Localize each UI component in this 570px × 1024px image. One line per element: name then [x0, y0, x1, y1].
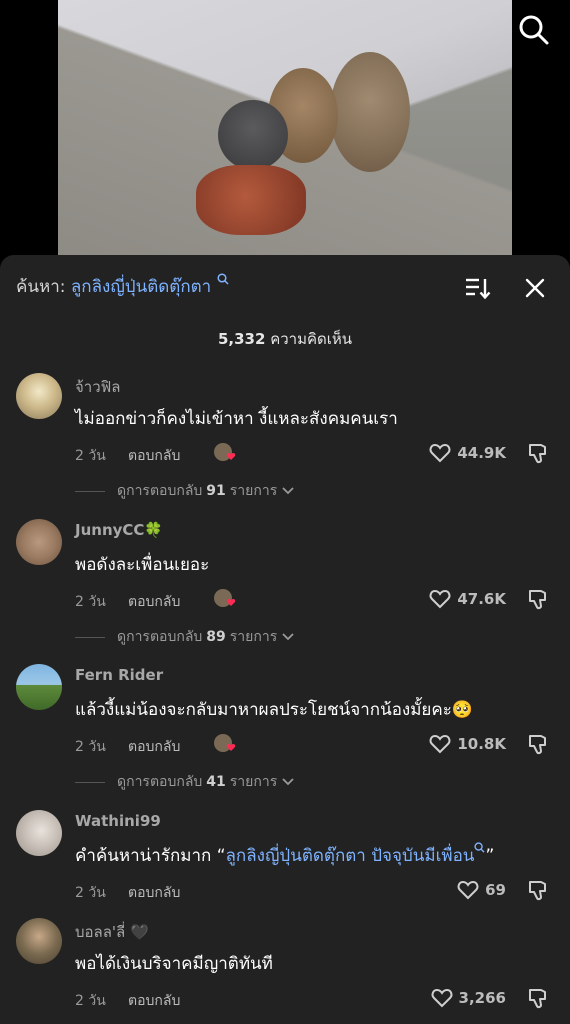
thumbs-down-icon[interactable]	[526, 587, 550, 611]
view-replies-count: 89	[206, 629, 226, 645]
view-replies-suffix: รายการ	[229, 774, 278, 790]
avatar[interactable]	[16, 519, 62, 565]
avatar[interactable]	[16, 810, 62, 856]
view-replies-button[interactable]: ดูการตอบกลับ 89 รายการ	[75, 626, 295, 648]
comment-time: 2 วัน	[75, 993, 106, 1009]
comment-time: 2 วัน	[75, 594, 106, 610]
comments-header: ค้นหา: ลูกลิงญี่ปุ่นติดตุ๊กตา	[0, 255, 570, 319]
related-search-link[interactable]: ค้นหา: ลูกลิงญี่ปุ่นติดตุ๊กตา	[16, 273, 229, 300]
reply-button[interactable]: ตอบกลับ	[128, 736, 180, 758]
like-count: 44.9K	[457, 444, 506, 462]
comment-time: 2 วัน	[75, 739, 106, 755]
like-button[interactable]: 10.8K	[429, 734, 506, 754]
like-button[interactable]: 44.9K	[429, 443, 506, 463]
like-button[interactable]: 69	[457, 880, 506, 900]
comment-text-suffix: ”	[485, 846, 495, 866]
comment-search-link[interactable]: ลูกลิงญี่ปุ่นติดตุ๊กตา ปัจจุบันมีเพื่อน	[226, 846, 475, 866]
close-button[interactable]	[520, 273, 550, 303]
view-replies-suffix: รายการ	[229, 483, 278, 499]
magnifier-small-icon	[474, 842, 486, 853]
sort-button[interactable]	[462, 273, 492, 303]
comment-username[interactable]: Fern Rider	[75, 666, 163, 684]
like-button[interactable]: 47.6K	[429, 589, 506, 609]
view-replies-prefix: ดูการตอบกลับ	[117, 774, 203, 790]
comment-time: 2 วัน	[75, 448, 106, 464]
comment-username[interactable]: จ้าวฟิล	[75, 375, 120, 399]
avatar[interactable]	[16, 664, 62, 710]
comment-count-suffix: ความคิดเห็น	[270, 330, 353, 348]
avatar[interactable]	[16, 918, 62, 964]
comment-time: 2 วัน	[75, 885, 106, 901]
video-player[interactable]	[0, 0, 570, 270]
like-button[interactable]: 3,266	[431, 988, 506, 1008]
reply-button[interactable]: ตอบกลับ	[128, 882, 180, 904]
view-replies-count: 41	[206, 774, 226, 790]
comment-text-prefix: คำค้นหาน่ารักมาก “	[75, 846, 226, 866]
monkey-image-part	[218, 100, 288, 170]
view-replies-prefix: ดูการตอบกลับ	[117, 629, 203, 645]
like-count: 69	[485, 881, 506, 899]
related-search-query[interactable]: ลูกลิงญี่ปุ่นติดตุ๊กตา	[71, 277, 211, 297]
view-replies-count: 91	[206, 483, 226, 499]
view-replies-prefix: ดูการตอบกลับ	[117, 483, 203, 499]
comment-username[interactable]: บอลล'ลี่ 🖤	[75, 920, 149, 944]
like-count: 3,266	[458, 989, 506, 1007]
video-frame	[58, 0, 512, 255]
sort-icon	[466, 278, 491, 300]
comment-text: คำค้นหาน่ารักมาก “ลูกลิงญี่ปุ่นติดตุ๊กตา…	[75, 842, 494, 869]
chevron-down-icon	[282, 778, 294, 786]
comment-count-number: 5,332	[217, 330, 266, 348]
magnifier-small-icon	[217, 273, 229, 285]
thumbs-down-icon[interactable]	[526, 732, 550, 756]
like-count: 47.6K	[457, 590, 506, 608]
heart-icon	[457, 880, 479, 900]
chevron-down-icon	[282, 487, 294, 495]
comment-text: ไม่ออกข่าวก็คงไม่เข้าหา งี้แหละสังคมคนเร…	[75, 409, 398, 429]
monkey-image-part	[330, 52, 410, 172]
plush-toy-image	[196, 165, 306, 235]
reply-button[interactable]: ตอบกลับ	[128, 445, 180, 467]
comment-text: พอดังละเพื่อนเยอะ	[75, 555, 210, 575]
view-replies-suffix: รายการ	[229, 629, 278, 645]
comment-count: 5,332 ความคิดเห็น	[0, 327, 570, 351]
search-button[interactable]	[514, 10, 554, 50]
comment-username[interactable]: Wathini99	[75, 812, 161, 830]
chevron-down-icon	[282, 633, 294, 641]
thumbs-down-icon[interactable]	[526, 986, 550, 1010]
comment-text: แล้วงี้แม่น้องจะกลับมาหาผลประโยชน์จากน้อ…	[75, 700, 474, 720]
heart-icon	[429, 443, 451, 463]
creator-liked-icon	[214, 443, 236, 461]
thumbs-down-icon[interactable]	[526, 441, 550, 465]
heart-icon	[431, 988, 452, 1008]
view-replies-button[interactable]: ดูการตอบกลับ 41 รายการ	[75, 771, 295, 793]
avatar[interactable]	[16, 373, 62, 419]
view-replies-button[interactable]: ดูการตอบกลับ 91 รายการ	[75, 480, 295, 502]
heart-icon	[429, 589, 451, 609]
creator-liked-icon	[214, 589, 236, 607]
comment-username[interactable]: JunnyCC🍀	[75, 521, 163, 539]
related-search-label: ค้นหา:	[16, 277, 66, 297]
close-icon	[525, 278, 545, 298]
creator-liked-icon	[214, 734, 236, 752]
reply-button[interactable]: ตอบกลับ	[128, 990, 180, 1012]
like-count: 10.8K	[457, 735, 506, 753]
reply-button[interactable]: ตอบกลับ	[128, 591, 180, 613]
thumbs-down-icon[interactable]	[526, 878, 550, 902]
comments-sheet: ค้นหา: ลูกลิงญี่ปุ่นติดตุ๊กตา 5,332 ความ…	[0, 255, 570, 1024]
comment-text: พอได้เงินบริจาคมีญาติทันที	[75, 954, 273, 974]
search-icon	[519, 15, 549, 45]
heart-icon	[429, 734, 451, 754]
